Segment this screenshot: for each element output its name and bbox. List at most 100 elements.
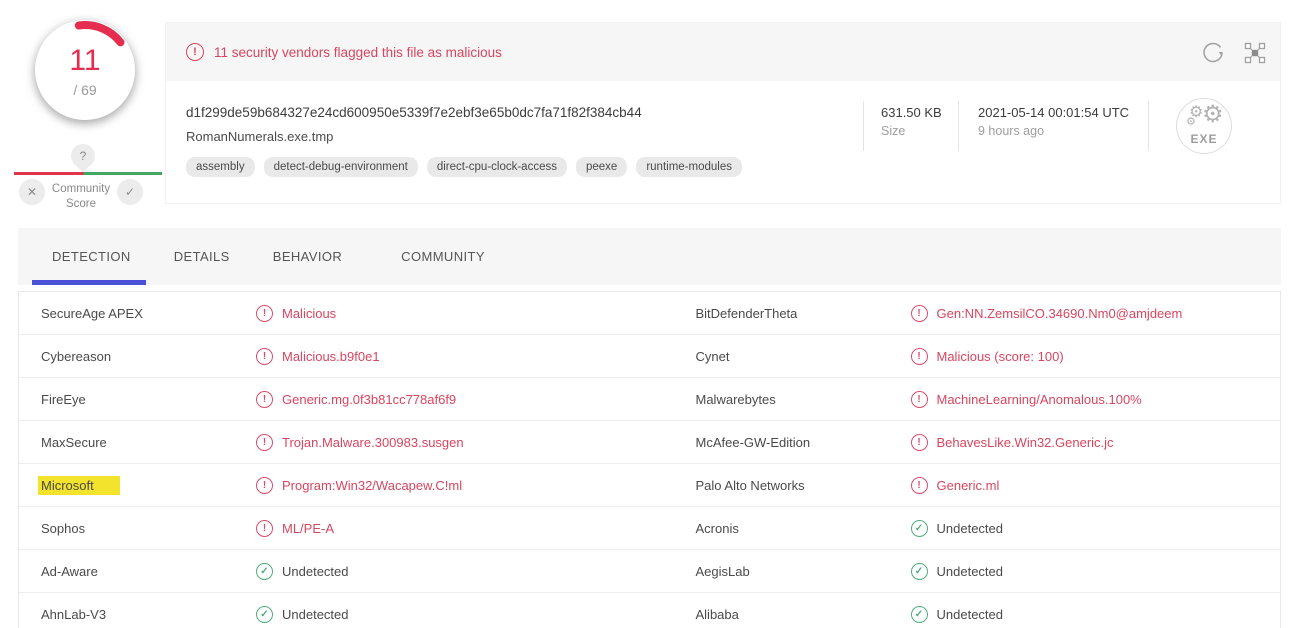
tag-direct-cpu-clock-access[interactable]: direct-cpu-clock-access xyxy=(427,157,567,177)
vendor-name: Palo Alto Networks xyxy=(696,478,911,493)
tab-detection[interactable]: DETECTION xyxy=(52,249,131,264)
alert-icon: ! xyxy=(911,305,928,322)
vendor-name: FireEye xyxy=(41,392,256,407)
detection-result: !MachineLearning/Anomalous.100% xyxy=(911,391,1142,408)
tag-peexe[interactable]: peexe xyxy=(576,157,627,177)
detection-cell: McAfee-GW-Edition! BehavesLike.Win32.Gene… xyxy=(650,421,1281,463)
community-score-label: Community Score xyxy=(44,182,118,212)
alert-icon: ! xyxy=(256,348,273,365)
detection-cell: Alibaba✓ Undetected xyxy=(650,593,1281,628)
tag-runtime-modules[interactable]: runtime-modules xyxy=(636,157,742,177)
tab-details[interactable]: DETAILS xyxy=(174,249,230,264)
result-text: Trojan.Malware.300983.susgen xyxy=(282,435,464,450)
detection-cell: FireEye!Generic.mg.0f3b81cc778af6f9 xyxy=(19,378,650,420)
tag-detect-debug-environment[interactable]: detect-debug-environment xyxy=(264,157,418,177)
table-row: Sophos!ML/PE-A Acronis✓ Undetected xyxy=(19,507,1280,550)
vendor-name: Acronis xyxy=(696,521,911,536)
tab-community[interactable]: COMMUNITY xyxy=(401,249,485,264)
divider xyxy=(1148,101,1149,151)
detection-cell: Ad-Aware✓ Undetected xyxy=(19,550,650,592)
result-text: Malicious.b9f0e1 xyxy=(282,349,380,364)
alert-icon: ! xyxy=(256,477,273,494)
detection-cell: AhnLab-V3✓Undetected xyxy=(19,593,650,628)
alert-icon: ! xyxy=(911,434,928,451)
alert-icon: ! xyxy=(911,348,928,365)
check-icon: ✓ xyxy=(911,520,928,537)
detection-cell: Acronis✓ Undetected xyxy=(650,507,1281,549)
alert-icon: ! xyxy=(911,477,928,494)
table-row: Microsoft! Program:Win32/Wacapew.C!ml Palo… xyxy=(19,464,1280,507)
vendor-name: AhnLab-V3 xyxy=(41,607,256,622)
vendor-name: Malwarebytes xyxy=(696,392,911,407)
analysis-date: 2021-05-14 00:01:54 UTC xyxy=(978,105,1129,120)
result-text: Program:Win32/Wacapew.C!ml xyxy=(282,478,462,493)
result-text: Gen:NN.ZemsilCO.34690.Nm0@amjdeem xyxy=(937,306,1183,321)
detection-result: ! BehavesLike.Win32.Generic.jc xyxy=(911,434,1114,451)
file-size-block: 631.50 KB Size xyxy=(881,105,942,138)
check-icon: ✓ xyxy=(256,606,273,623)
community-score-bar xyxy=(14,172,162,175)
detection-result: !Generic.mg.0f3b81cc778af6f9 xyxy=(256,391,456,408)
reanalyze-icon[interactable] xyxy=(1201,41,1225,65)
detection-cell: BitDefenderTheta! Gen:NN.ZemsilCO.34690.N… xyxy=(650,292,1281,334)
check-icon: ✓ xyxy=(256,563,273,580)
vendor-name: MaxSecure xyxy=(41,435,256,450)
file-name: RomanNumerals.exe.tmp xyxy=(186,129,333,144)
file-type-exe-badge: ⚙ ⚙ ⚙ EXE xyxy=(1176,98,1232,154)
file-size-value: 631.50 KB xyxy=(881,105,942,120)
result-text: BehavesLike.Win32.Generic.jc xyxy=(937,435,1114,450)
detection-score-gauge: 11 / 69 xyxy=(35,20,135,120)
score-total: / 69 xyxy=(35,82,135,98)
result-text: Malicious xyxy=(282,306,336,321)
detection-table: SecureAge APEX!MaliciousBitDefenderTheta… xyxy=(18,291,1281,628)
table-row: FireEye!Generic.mg.0f3b81cc778af6f9 Malwa… xyxy=(19,378,1280,421)
gear-icon: ⚙ xyxy=(1202,100,1224,129)
table-row: Cybereason!Malicious.b9f0e1Cynet!Malicio… xyxy=(19,335,1280,378)
detection-result: !ML/PE-A xyxy=(256,520,334,537)
result-text: Generic.mg.0f3b81cc778af6f9 xyxy=(282,392,456,407)
vendor-name: Microsoft xyxy=(41,478,256,493)
community-score-help-pin[interactable]: ? xyxy=(71,144,95,168)
table-row: MaxSecure! Trojan.Malware.300983.susgen Mc… xyxy=(19,421,1280,464)
vendor-name: Alibaba xyxy=(696,607,911,622)
detection-result: ✓Undetected xyxy=(911,563,1004,580)
alert-icon: ! xyxy=(186,43,204,61)
detection-cell: AegisLab✓Undetected xyxy=(650,550,1281,592)
similar-graph-icon[interactable] xyxy=(1243,41,1267,65)
vendor-name: McAfee-GW-Edition xyxy=(696,435,911,450)
check-icon: ✓ xyxy=(911,606,928,623)
check-icon: ✓ xyxy=(911,563,928,580)
vendor-name: BitDefenderTheta xyxy=(696,306,911,321)
detection-result: ! Gen:NN.ZemsilCO.34690.Nm0@amjdeem xyxy=(911,305,1183,322)
result-text: Undetected xyxy=(937,607,1004,622)
result-text: Undetected xyxy=(282,564,349,579)
result-text: Undetected xyxy=(937,521,1004,536)
detection-table-body: SecureAge APEX!MaliciousBitDefenderTheta… xyxy=(19,292,1280,628)
upvote-button[interactable]: ✓ xyxy=(117,179,143,205)
detection-cell: Sophos!ML/PE-A xyxy=(19,507,650,549)
tag-assembly[interactable]: assembly xyxy=(186,157,255,177)
vendor-name: Ad-Aware xyxy=(41,564,256,579)
detection-cell: SecureAge APEX!Malicious xyxy=(19,292,650,334)
divider xyxy=(958,101,959,151)
result-text: Generic.ml xyxy=(937,478,1000,493)
vendor-name: Cynet xyxy=(696,349,911,364)
table-row: Ad-Aware✓UndetectedAegisLab✓Undetected xyxy=(19,550,1280,593)
active-tab-indicator xyxy=(32,280,146,285)
tab-behavior[interactable]: BEHAVIOR xyxy=(273,249,342,264)
detection-result: ✓Undetected xyxy=(256,606,349,623)
banner-message: 11 security vendors flagged this file as… xyxy=(214,45,502,60)
divider xyxy=(863,101,864,151)
downvote-button[interactable]: ✕ xyxy=(19,179,45,205)
detection-cell: Cynet!Malicious (score: 100) xyxy=(650,335,1281,377)
malicious-banner: ! 11 security vendors flagged this file … xyxy=(166,23,1280,81)
detection-result: ! Malicious xyxy=(256,305,336,322)
analysis-date-relative: 9 hours ago xyxy=(978,124,1129,138)
file-header-card: ! 11 security vendors flagged this file … xyxy=(165,22,1281,204)
detection-result: ✓ Undetected xyxy=(911,606,1004,623)
alert-icon: ! xyxy=(256,305,273,322)
result-text: MachineLearning/Anomalous.100% xyxy=(937,392,1142,407)
tab-bar: DETECTION DETAILS BEHAVIOR COMMUNITY xyxy=(18,228,1281,285)
analysis-date-block: 2021-05-14 00:01:54 UTC 9 hours ago xyxy=(978,105,1129,138)
detection-cell: Cybereason!Malicious.b9f0e1 xyxy=(19,335,650,377)
